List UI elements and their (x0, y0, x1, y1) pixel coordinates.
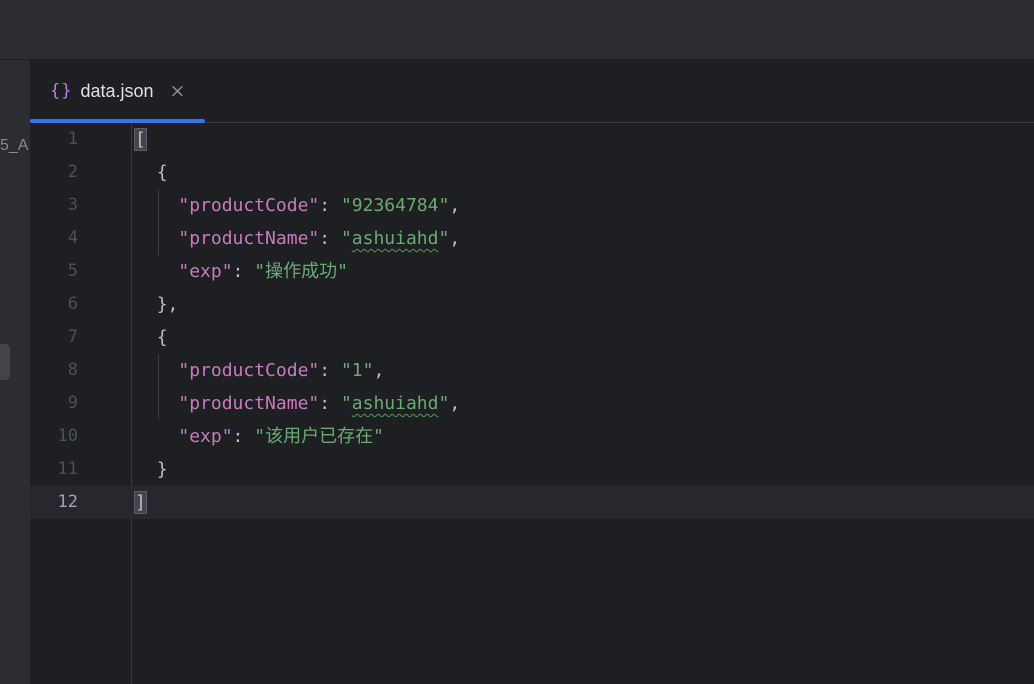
line-number: 4 (67, 228, 78, 248)
code-text: "productName": "ashuiahd", (135, 387, 460, 420)
open-brace: { (156, 327, 168, 348)
side-panel: 5_A (0, 60, 30, 684)
code-editor[interactable]: 1 [ 2 { 3 "productCode": "92364784", 4 "… (30, 123, 1034, 684)
quote: " (340, 228, 352, 249)
line-number: 1 (67, 129, 78, 149)
json-string: "操作成功" (254, 261, 348, 282)
code-line-5[interactable]: 5 "exp": "操作成功" (30, 255, 1034, 288)
line-number: 10 (57, 426, 78, 446)
json-key: "productName" (178, 228, 320, 249)
panel-resize-handle[interactable] (0, 344, 10, 380)
code-text: [ (134, 123, 147, 156)
line-number: 3 (67, 195, 78, 215)
colon: : (319, 360, 341, 381)
code-text: "productName": "ashuiahd", (135, 222, 460, 255)
tab-label: data.json (80, 80, 154, 101)
tab-data-json[interactable]: {} data.json × (30, 60, 205, 123)
code-text: ] (134, 486, 147, 519)
colon: : (232, 426, 255, 447)
colon: : (232, 261, 255, 282)
close-icon[interactable]: × (170, 80, 186, 102)
code-text: "productCode": "1", (135, 354, 384, 387)
json-string-typo: ashuiahd (351, 393, 439, 414)
json-file-icon: {} (50, 81, 73, 101)
quote: " (438, 393, 450, 414)
json-key: "exp" (178, 426, 233, 447)
code-text: } (135, 453, 168, 486)
code-text: { (135, 156, 168, 189)
json-key: "productName" (178, 393, 320, 414)
line-number: 6 (67, 294, 78, 314)
json-string-typo: ashuiahd (351, 228, 439, 249)
code-text: { (135, 321, 168, 354)
json-key: "productCode" (178, 360, 320, 381)
colon: : (319, 228, 341, 249)
code-text: "exp": "操作成功" (135, 255, 348, 288)
line-number: 11 (57, 459, 78, 479)
json-string: "1" (340, 360, 374, 381)
code-text: "productCode": "92364784", (135, 189, 460, 222)
json-string: "该用户已存在" (254, 426, 384, 447)
code-line-3[interactable]: 3 "productCode": "92364784", (30, 189, 1034, 222)
code-line-10[interactable]: 10 "exp": "该用户已存在" (30, 420, 1034, 453)
json-key: "exp" (178, 261, 233, 282)
colon: : (319, 195, 341, 216)
line-number: 2 (67, 162, 78, 182)
editor-tab-bar: {} data.json × (30, 60, 1034, 123)
comma: , (373, 360, 385, 381)
line-number: 7 (67, 327, 78, 347)
title-bar (0, 0, 1034, 60)
project-tree-clipped-text[interactable]: 5_A (0, 137, 28, 155)
quote: " (438, 228, 450, 249)
open-brace: { (156, 162, 168, 183)
code-line-6[interactable]: 6 }, (30, 288, 1034, 321)
editor-area: {} data.json × 1 [ 2 { 3 "productCode": … (30, 60, 1034, 684)
comma: , (449, 228, 461, 249)
line-number: 9 (67, 393, 78, 413)
close-bracket: ] (134, 491, 147, 514)
comma: , (449, 195, 461, 216)
code-line-9[interactable]: 9 "productName": "ashuiahd", (30, 387, 1034, 420)
line-number: 12 (57, 492, 78, 512)
code-line-8[interactable]: 8 "productCode": "1", (30, 354, 1034, 387)
code-line-11[interactable]: 11 } (30, 453, 1034, 486)
line-number: 8 (67, 360, 78, 380)
code-line-4[interactable]: 4 "productName": "ashuiahd", (30, 222, 1034, 255)
code-line-2[interactable]: 2 { (30, 156, 1034, 189)
code-line-1[interactable]: 1 [ (30, 123, 1034, 156)
code-line-12-current[interactable]: 12 ] (30, 486, 1034, 519)
close-brace: } (156, 459, 168, 480)
colon: : (319, 393, 341, 414)
quote: " (340, 393, 352, 414)
code-line-7[interactable]: 7 { (30, 321, 1034, 354)
json-key: "productCode" (178, 195, 320, 216)
code-text: }, (135, 288, 179, 321)
close-brace: }, (156, 294, 179, 315)
code-text: "exp": "该用户已存在" (135, 420, 384, 453)
open-bracket: [ (134, 128, 147, 151)
comma: , (449, 393, 461, 414)
json-string: "92364784" (340, 195, 450, 216)
line-number: 5 (67, 261, 78, 281)
